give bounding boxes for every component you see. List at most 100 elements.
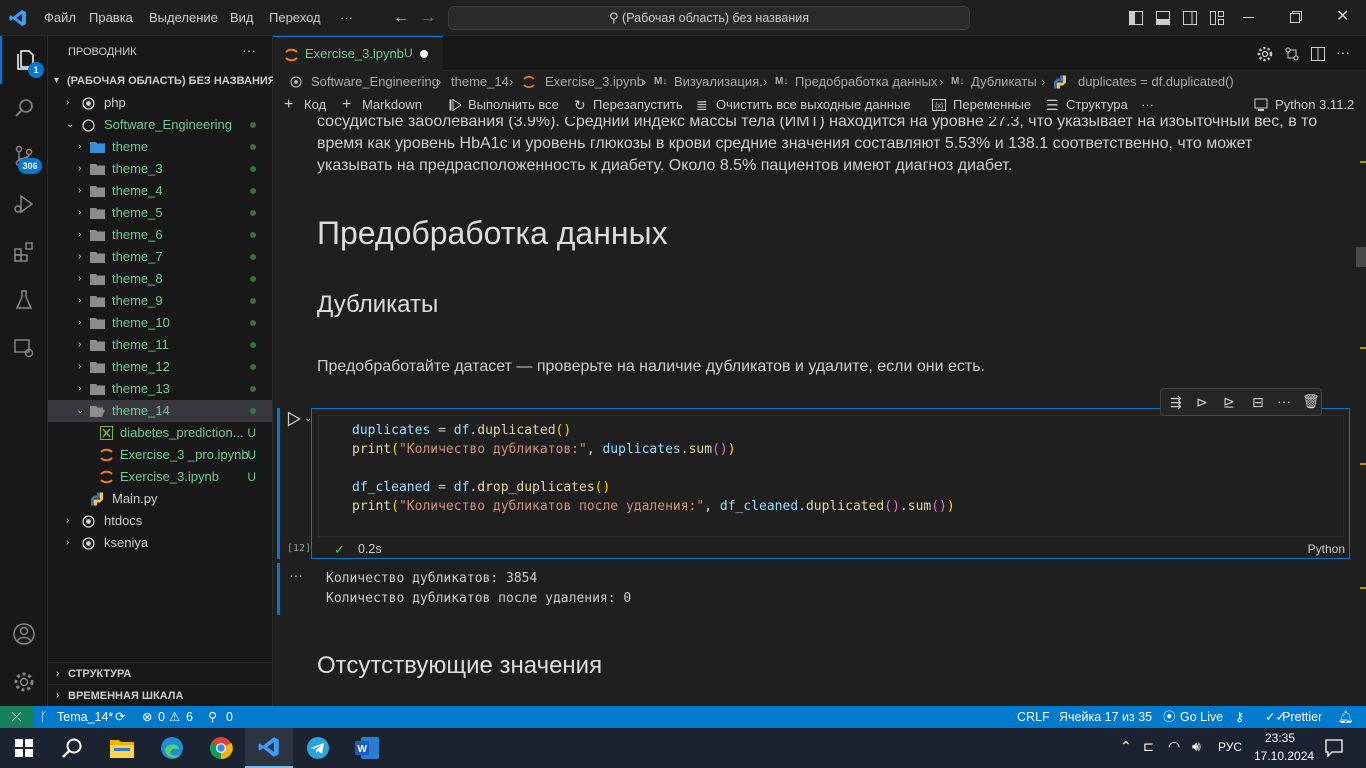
accounts-activity[interactable]: [0, 610, 48, 658]
folder-php[interactable]: › php: [48, 92, 272, 114]
taskbar-vscode[interactable]: [245, 728, 293, 768]
restart-button[interactable]: Перезапустить: [593, 93, 683, 117]
volume-icon[interactable]: 🔊︎: [1192, 738, 1201, 755]
manage-activity[interactable]: [0, 658, 48, 706]
breadcrumb-item[interactable]: theme_14: [451, 71, 509, 93]
folder-theme-5[interactable]: › theme_5: [48, 202, 272, 224]
network-icon[interactable]: ⊏: [1143, 739, 1154, 755]
file-exercise-3-pro[interactable]: Exercise_3 _pro.ipynb U: [48, 444, 272, 466]
trash-icon[interactable]: 🗑: [1302, 393, 1320, 410]
file-exercise-3[interactable]: Exercise_3.ipynb U: [48, 466, 272, 488]
branch-name[interactable]: Tema_14*: [57, 706, 113, 728]
sync-icon[interactable]: ⟳: [115, 706, 125, 728]
timeline-section[interactable]: › ВРЕМЕННАЯ ШКАЛА: [48, 684, 272, 706]
more-actions-icon[interactable]: ···: [1336, 44, 1350, 60]
clear-outputs-button[interactable]: Очистить все выходные данные: [716, 93, 911, 117]
toggle-panel-icon[interactable]: [1156, 11, 1170, 25]
cell-indicator[interactable]: Ячейка 17 из 35: [1059, 706, 1152, 728]
variables-button[interactable]: Переменные: [953, 93, 1031, 117]
file-diabetes-csv[interactable]: diabetes_prediction... U: [48, 422, 272, 444]
taskbar-edge[interactable]: [148, 728, 196, 768]
sidebar-more-button[interactable]: ···: [242, 42, 256, 58]
testing-activity[interactable]: [0, 276, 48, 324]
clock-date[interactable]: 17.10.2024: [1254, 749, 1314, 763]
explorer-activity[interactable]: 1: [0, 36, 48, 84]
error-count[interactable]: 0: [158, 706, 165, 728]
add-code-button[interactable]: Код: [304, 93, 326, 117]
split-editor-icon[interactable]: [1310, 46, 1326, 62]
breadcrumb-item[interactable]: Предобработка данных: [795, 71, 937, 93]
folder-theme-3[interactable]: › theme_3: [48, 158, 272, 180]
run-and-below-icon[interactable]: ⊳: [1196, 394, 1208, 411]
restore-icon[interactable]: [1290, 11, 1302, 23]
folder-theme-4[interactable]: › theme_4: [48, 180, 272, 202]
clock-time[interactable]: 23:35: [1265, 731, 1295, 745]
notification-center-icon[interactable]: [1325, 739, 1343, 757]
file-main-py[interactable]: Main.py: [48, 488, 272, 510]
folder-theme-14[interactable]: ⌄ theme_14: [48, 400, 272, 422]
scrollbar-thumb[interactable]: [1356, 247, 1366, 267]
folder-theme-10[interactable]: › theme_10: [48, 312, 272, 334]
output-more-button[interactable]: ···: [289, 567, 303, 583]
folder-htdocs[interactable]: › htdocs: [48, 510, 272, 532]
folder-theme-12[interactable]: › theme_12: [48, 356, 272, 378]
forward-arrow-icon[interactable]: →: [420, 10, 436, 26]
breadcrumb-item[interactable]: Визуализация.: [674, 71, 763, 93]
code-cell[interactable]: duplicates = df.duplicated() print("Коли…: [311, 408, 1350, 559]
execute-below-icon[interactable]: ⊵: [1223, 394, 1235, 411]
folder-theme-9[interactable]: › theme_9: [48, 290, 272, 312]
workspace-header[interactable]: ▾ (РАБОЧАЯ ОБЛАСТЬ) БЕЗ НАЗВАНИЯ: [48, 70, 276, 92]
wifi-icon[interactable]: ◠: [1168, 738, 1180, 755]
search-activity[interactable]: [0, 84, 48, 132]
folder-theme-11[interactable]: › theme_11: [48, 334, 272, 356]
taskbar-telegram[interactable]: [294, 728, 342, 768]
folder-kseniya[interactable]: › kseniya: [48, 532, 272, 554]
toggle-sidebar-icon[interactable]: [1129, 11, 1143, 25]
breadcrumb-item[interactable]: Exercise_3.ipynb: [545, 71, 644, 93]
kernel-selector[interactable]: Python 3.11.2: [1275, 93, 1354, 117]
show-hidden-icons-chevron-icon[interactable]: ⌃: [1120, 738, 1132, 755]
toggle-secondary-sidebar-icon[interactable]: [1183, 11, 1197, 25]
run-above-icon[interactable]: ⇶: [1170, 394, 1182, 411]
menu-selection[interactable]: Выделение: [149, 0, 218, 36]
run-debug-activity[interactable]: [0, 180, 48, 228]
source-control-activity[interactable]: 306: [0, 132, 48, 180]
breadcrumb-item[interactable]: Software_Engineering: [311, 71, 439, 93]
cell-more-icon[interactable]: ···: [1277, 393, 1291, 409]
unsaved-dot-icon[interactable]: [420, 50, 428, 58]
menu-edit[interactable]: Правка: [89, 0, 133, 36]
remote-explorer-activity[interactable]: [0, 324, 48, 372]
remote-icon[interactable]: ⤫: [0, 706, 33, 728]
prettier-button[interactable]: Prettier: [1282, 706, 1322, 728]
outline-button[interactable]: Структура: [1066, 93, 1128, 117]
split-cell-icon[interactable]: ⊟: [1252, 394, 1264, 411]
taskbar-chrome[interactable]: [197, 728, 245, 768]
input-language[interactable]: РУС: [1218, 740, 1242, 754]
folder-theme-7[interactable]: › theme_7: [48, 246, 272, 268]
add-markdown-button[interactable]: Markdown: [362, 93, 422, 117]
folder-theme-8[interactable]: › theme_8: [48, 268, 272, 290]
close-icon[interactable]: ✕: [1336, 9, 1349, 25]
extensions-activity[interactable]: [0, 228, 48, 276]
go-live-button[interactable]: Go Live: [1180, 706, 1223, 728]
taskbar-file-explorer[interactable]: [98, 728, 146, 768]
notifications-bell-icon[interactable]: 🔔︎: [1338, 706, 1354, 728]
toolbar-more-button[interactable]: ···: [1141, 93, 1154, 117]
breadcrumb-item[interactable]: Дубликаты: [971, 71, 1037, 93]
minimize-icon[interactable]: [1243, 17, 1254, 18]
menu-file[interactable]: Файл: [44, 0, 76, 36]
breadcrumb-item[interactable]: duplicates = df.duplicated(): [1078, 71, 1234, 93]
tab-exercise-3[interactable]: Exercise_3.ipynb U: [273, 36, 443, 71]
code-text[interactable]: duplicates = df.duplicated() print("Коли…: [352, 421, 955, 516]
key-icon[interactable]: ⚷: [1235, 706, 1244, 728]
run-cell-button[interactable]: [287, 411, 301, 427]
taskbar-word[interactable]: W: [343, 728, 391, 768]
outline-section[interactable]: › СТРУКТУРА: [48, 662, 272, 684]
back-arrow-icon[interactable]: ←: [393, 10, 409, 26]
customize-layout-icon[interactable]: [1210, 11, 1224, 25]
taskbar-search-button[interactable]: [48, 728, 96, 768]
cell-language[interactable]: Python: [1308, 542, 1345, 556]
warning-count[interactable]: 6: [186, 706, 193, 728]
menu-view[interactable]: Вид: [230, 0, 254, 36]
gear-icon[interactable]: [1257, 46, 1273, 62]
